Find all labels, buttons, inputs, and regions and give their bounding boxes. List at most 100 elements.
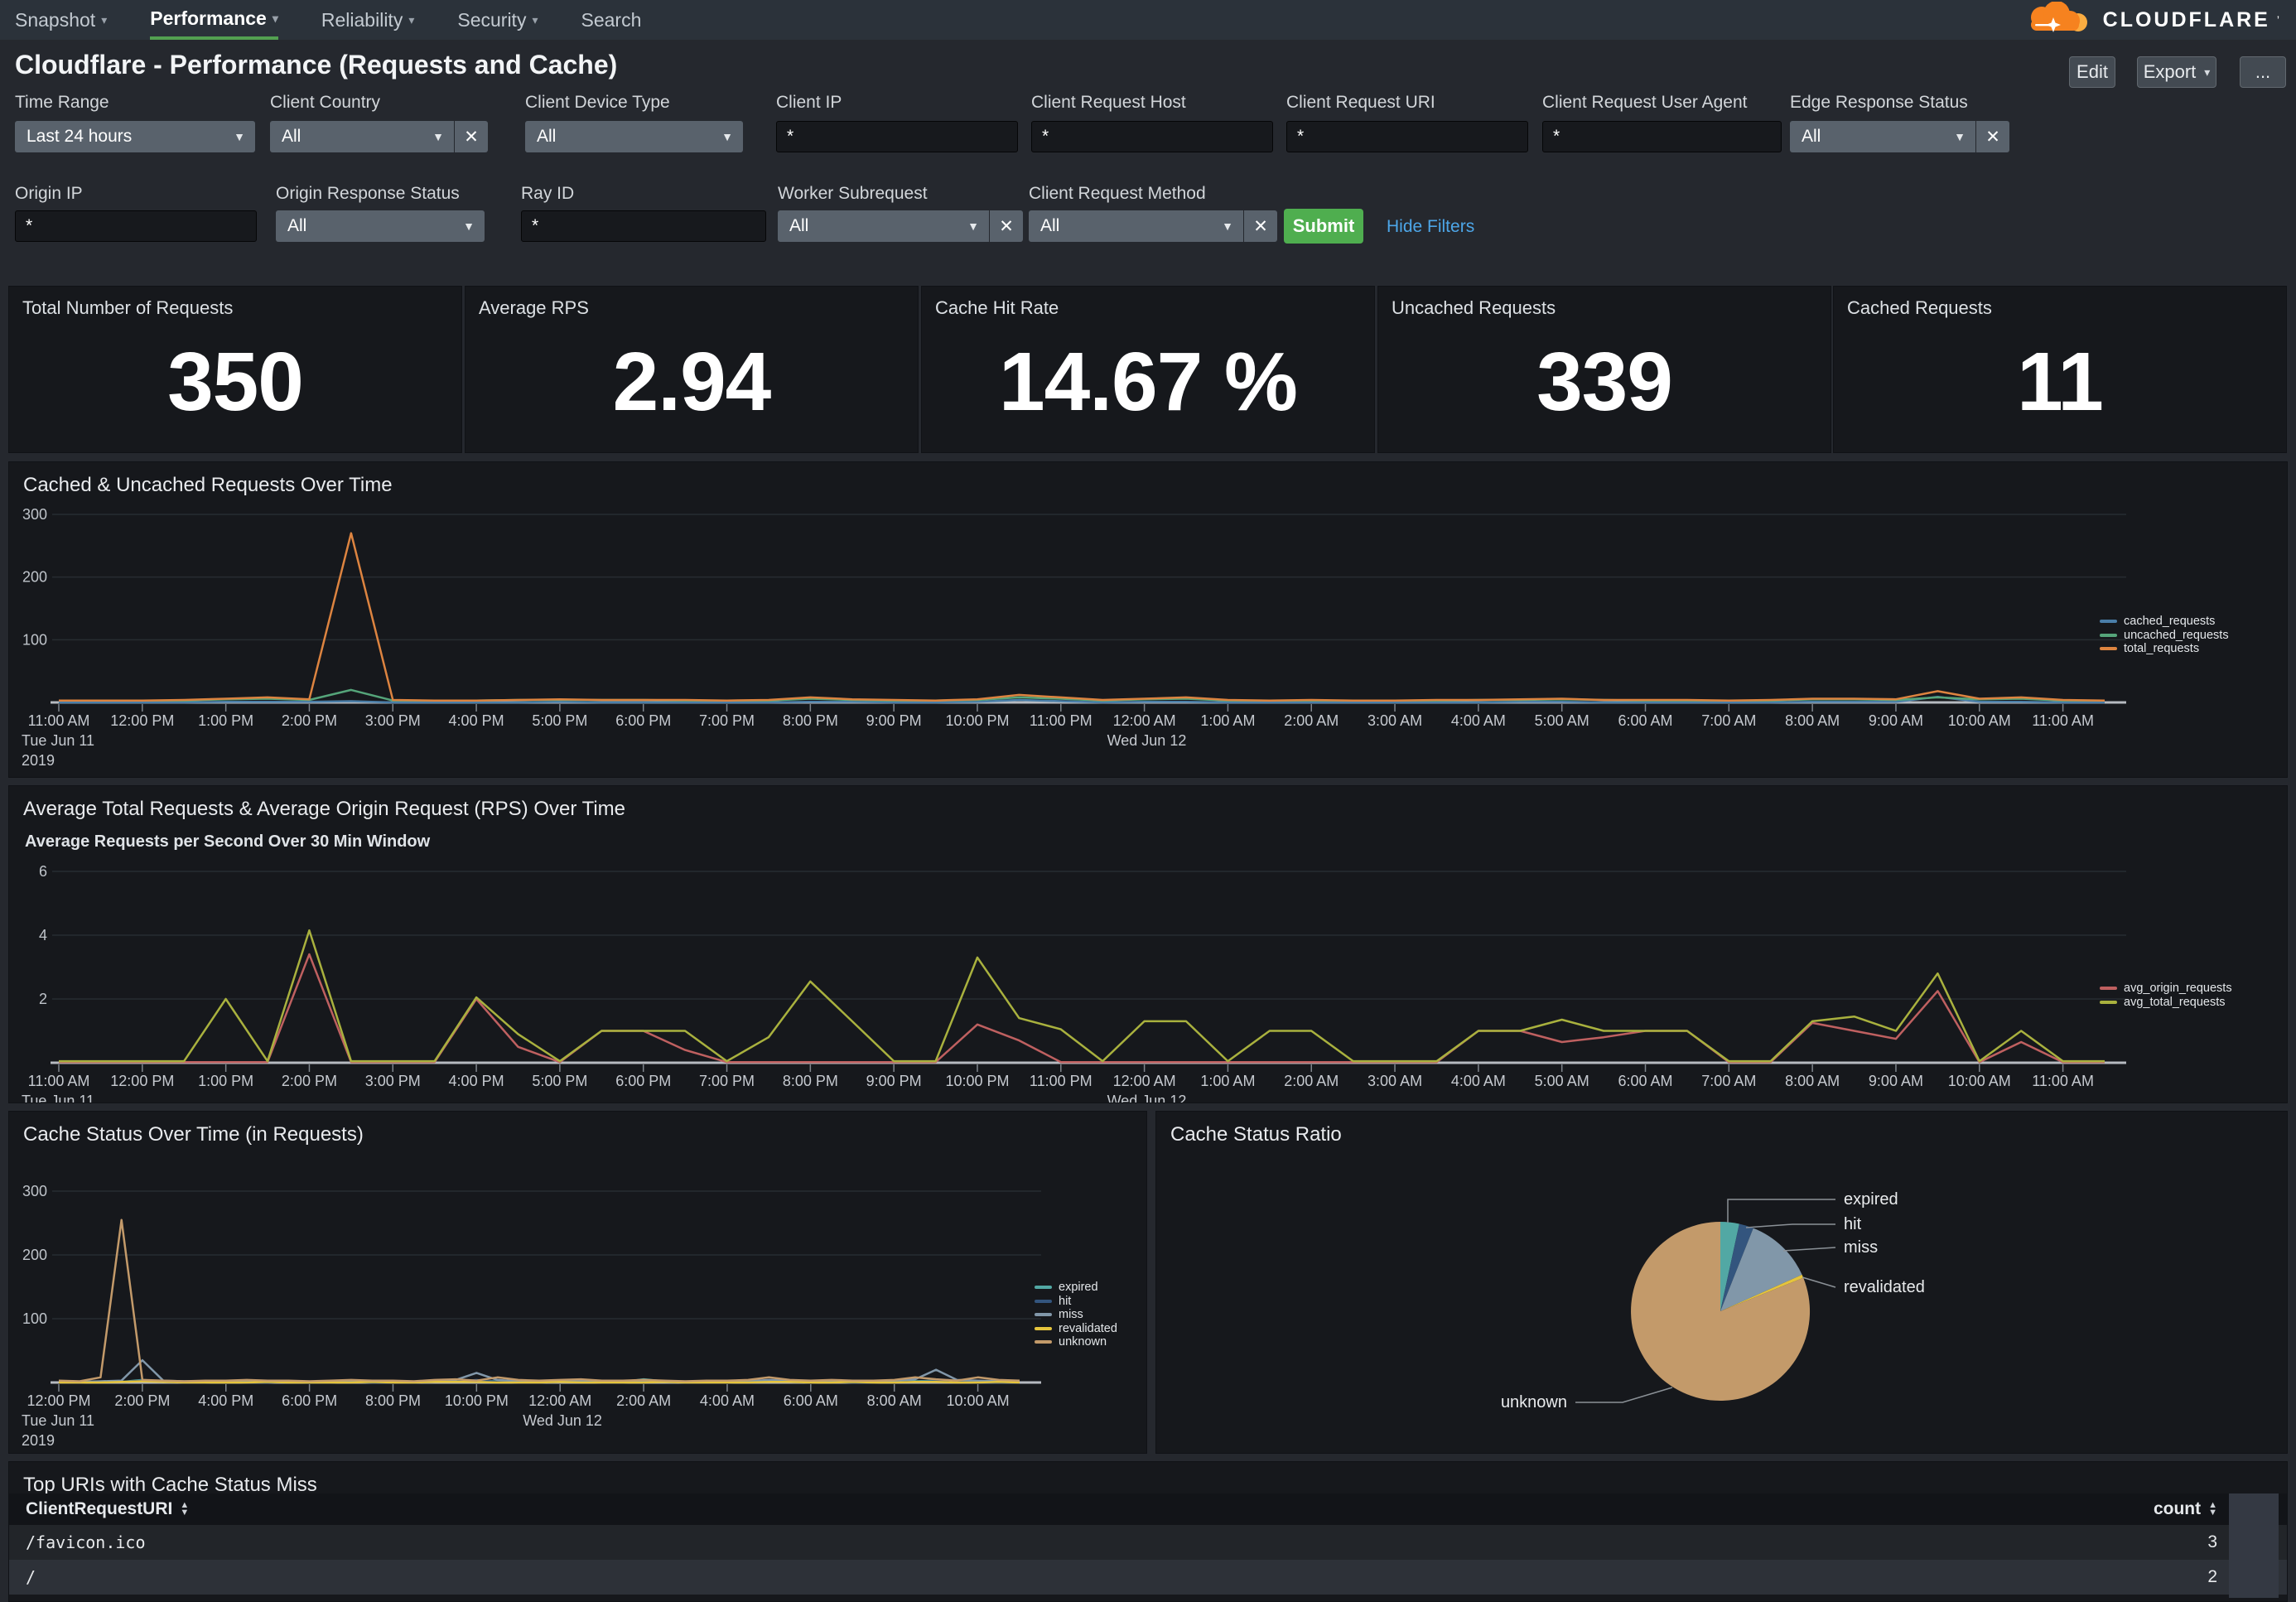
- hide-filters-link[interactable]: Hide Filters: [1387, 217, 1474, 237]
- filter-input-ray-id[interactable]: *: [521, 210, 766, 242]
- filter-label-client-device-type: Client Device Type: [525, 93, 670, 113]
- legend-label: unknown: [1059, 1335, 1107, 1349]
- filter-select-worker-subrequest[interactable]: All▼: [778, 210, 989, 242]
- clear-filter-button[interactable]: ✕: [1244, 210, 1277, 242]
- x-tick-label: 10:00 PM: [945, 712, 1009, 729]
- chart-title: Cache Status Ratio: [1170, 1123, 1342, 1146]
- filter-input-client-request-uri[interactable]: *: [1286, 121, 1528, 152]
- chevron-down-icon: ▼: [463, 220, 485, 233]
- chart-panel-average-total-requests-average-origin-request-rps-over-time: 24611:00 AM12:00 PM1:00 PM2:00 PM3:00 PM…: [8, 785, 2288, 1103]
- legend-item-total-requests[interactable]: total_requests: [2100, 642, 2199, 655]
- pie-leader-line: [1802, 1277, 1835, 1287]
- kpi-card-average-rps: Average RPS2.94: [465, 286, 919, 453]
- x-tick-label: 3:00 AM: [1367, 712, 1422, 729]
- x-tick-label: 12:00 PM: [27, 1392, 90, 1409]
- x-tick-label: 2:00 PM: [282, 712, 337, 729]
- filter-label-edge-response-status: Edge Response Status: [1790, 93, 1968, 113]
- x-tick-label: 6:00 AM: [1618, 1073, 1672, 1089]
- legend-swatch: [2100, 987, 2117, 990]
- x-tick-label: 6:00 AM: [784, 1392, 838, 1409]
- x-tick-label: 11:00 AM: [28, 712, 90, 729]
- edit-button[interactable]: Edit: [2069, 56, 2115, 88]
- x-sub-label: Tue Jun 11: [22, 732, 94, 749]
- chevron-down-icon: ▼: [721, 130, 743, 143]
- legend-item-cached-requests[interactable]: cached_requests: [2100, 615, 2215, 628]
- pie-leader-line: [1728, 1199, 1835, 1223]
- x-tick-label: 11:00 AM: [2032, 712, 2094, 729]
- clear-filter-button[interactable]: ✕: [990, 210, 1023, 242]
- sort-down-icon: ▼: [2208, 1509, 2217, 1517]
- legend-item-miss[interactable]: miss: [1035, 1308, 1083, 1321]
- x-tick-label: 4:00 AM: [1451, 712, 1506, 729]
- kpi-title: Average RPS: [479, 297, 589, 319]
- table-row[interactable]: /2: [9, 1560, 2287, 1595]
- x-tick-label: 5:00 PM: [532, 1073, 587, 1089]
- y-tick-label: 200: [22, 1247, 47, 1263]
- kpi-title: Total Number of Requests: [22, 297, 233, 319]
- clear-filter-button[interactable]: ✕: [455, 121, 488, 152]
- x-tick-label: 2:00 AM: [1284, 1073, 1339, 1089]
- x-tick-label: 6:00 PM: [615, 1073, 671, 1089]
- chevron-down-icon: ▼: [1954, 130, 1975, 143]
- filter-label-client-request-user-agent: Client Request User Agent: [1542, 93, 1747, 113]
- x-tick-label: 10:00 AM: [1948, 712, 2011, 729]
- more-button-label: ...: [2255, 61, 2270, 83]
- clear-filter-button[interactable]: ✕: [1976, 121, 2009, 152]
- chart-title: Cache Status Over Time (in Requests): [23, 1123, 364, 1146]
- export-button[interactable]: Export▾: [2137, 56, 2216, 88]
- more-button[interactable]: ...: [2240, 56, 2286, 88]
- filter-select-origin-response-status[interactable]: All▼: [276, 210, 485, 242]
- column-header-clientrequesturi[interactable]: ClientRequestURI▲▼: [26, 1499, 189, 1519]
- filter-select-edge-response-status[interactable]: All▼: [1790, 121, 1975, 152]
- legend-label: avg_origin_requests: [2124, 982, 2232, 995]
- pie-leader-line: [1746, 1224, 1835, 1228]
- filter-select-client-country[interactable]: All▼: [270, 121, 454, 152]
- nav-item-security[interactable]: Security▾: [457, 0, 538, 40]
- filter-input-client-request-host[interactable]: *: [1031, 121, 1273, 152]
- nav-item-performance[interactable]: Performance▾: [150, 0, 278, 40]
- x-sub-label: Tue Jun 11: [22, 1093, 94, 1103]
- x-tick-label: 11:00 AM: [2032, 1073, 2094, 1089]
- sort-icon: ▲▼: [180, 1502, 189, 1517]
- legend-item-hit[interactable]: hit: [1035, 1295, 1071, 1308]
- x-tick-label: 6:00 AM: [1618, 712, 1672, 729]
- legend-swatch: [2100, 1001, 2117, 1004]
- table-scrollbar-gutter[interactable]: [2229, 1493, 2279, 1598]
- legend-item-unknown[interactable]: unknown: [1035, 1335, 1107, 1349]
- sort-icon: ▲▼: [2208, 1502, 2217, 1517]
- legend-item-revalidated[interactable]: revalidated: [1035, 1322, 1117, 1335]
- filter-select-value: All: [778, 216, 967, 236]
- table-row[interactable]: /favicon.ico3: [9, 1525, 2287, 1560]
- legend-item-expired[interactable]: expired: [1035, 1281, 1098, 1294]
- legend-item-avg-origin-requests[interactable]: avg_origin_requests: [2100, 982, 2232, 995]
- filter-label-ray-id: Ray ID: [521, 184, 574, 204]
- x-sub-label: Wed Jun 12: [1107, 1093, 1187, 1103]
- nav-item-reliability[interactable]: Reliability▾: [321, 0, 414, 40]
- filter-select-time-range[interactable]: Last 24 hours▼: [15, 121, 255, 152]
- cloudflare-cloud-icon: [2017, 2, 2096, 38]
- nav-item-label: Reliability: [321, 9, 403, 31]
- kpi-value: 11: [1834, 335, 2286, 430]
- nav-item-search[interactable]: Search: [581, 0, 641, 40]
- x-tick-label: 1:00 AM: [1200, 1073, 1255, 1089]
- legend-item-avg-total-requests[interactable]: avg_total_requests: [2100, 996, 2226, 1009]
- filter-select-client-device-type[interactable]: All▼: [525, 121, 743, 152]
- filter-input-client-request-user-agent[interactable]: *: [1542, 121, 1782, 152]
- legend-item-uncached-requests[interactable]: uncached_requests: [2100, 629, 2229, 642]
- y-tick-label: 100: [22, 1310, 47, 1327]
- pie-svg: expiredhitmissrevalidatedunknown: [1156, 1112, 2287, 1453]
- filter-group-edge-response-status: All▼✕: [1790, 121, 2009, 152]
- kpi-card-uncached-requests: Uncached Requests339: [1377, 286, 1831, 453]
- x-tick-label: 11:00 AM: [28, 1073, 90, 1089]
- pie-label-miss: miss: [1844, 1238, 1878, 1257]
- submit-button[interactable]: Submit: [1284, 209, 1363, 244]
- filter-input-client-ip[interactable]: *: [776, 121, 1018, 152]
- column-header-count[interactable]: count▲▼: [2154, 1499, 2217, 1519]
- x-sub-label: 2019: [22, 1432, 55, 1449]
- cloudflare-logo: CLOUDFLARE ’: [2017, 0, 2279, 40]
- nav-item-snapshot[interactable]: Snapshot▾: [15, 0, 107, 40]
- filter-input-origin-ip[interactable]: *: [15, 210, 257, 242]
- x-tick-label: 9:00 PM: [866, 1073, 922, 1089]
- filter-select-value: All: [270, 127, 432, 147]
- filter-select-client-request-method[interactable]: All▼: [1029, 210, 1243, 242]
